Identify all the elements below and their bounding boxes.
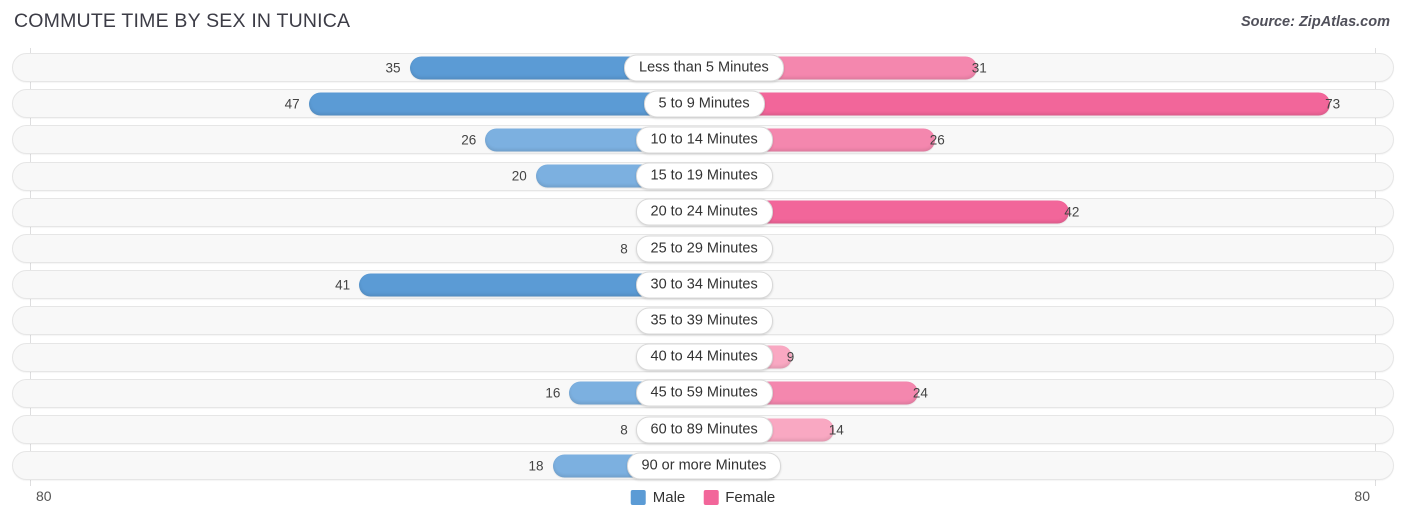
source-attribution: Source: ZipAtlas.com [1240,14,1390,30]
legend-swatch-icon [703,490,719,505]
row-category-label: Less than 5 Minutes [624,54,784,81]
legend-item[interactable]: Male [630,489,686,506]
value-male: 47 [284,96,300,112]
value-female: 24 [912,385,928,401]
row-category-label: 5 to 9 Minutes [643,90,765,118]
value-female: 26 [929,132,945,148]
value-male: 18 [528,458,544,474]
row-category-label: 25 to 29 Minutes [635,235,773,262]
row-category-label: 10 to 14 Minutes [635,126,773,154]
bar-female [702,92,1331,116]
value-female: 9 [786,349,795,365]
row-category-label: 35 to 39 Minutes [635,307,773,335]
value-female: 31 [971,60,987,75]
value-male: 20 [511,168,527,184]
chart-row: 47 73 5 to 9 Minutes [12,89,1394,119]
legend-label: Female [725,489,776,506]
chart-row: 8025 to 29 Minutes [12,234,1394,263]
chart-row: 20015 to 19 Minutes [12,161,1394,191]
chart-row: 16 24 45 to 59 Minutes [12,378,1394,408]
chart-row: 26 26 10 to 14 Minutes [12,125,1394,155]
legend-swatch-icon [630,490,646,505]
axis-max-left: 80 [36,488,52,504]
page-title: COMMUTE TIME BY SEX IN TUNICA [14,10,351,32]
value-female: 42 [1064,204,1080,220]
chart-legend: Male Female [630,489,775,506]
chart-row: 8 14 60 to 89 Minutes [12,415,1394,444]
value-male: 8 [620,422,628,437]
chart-row: 04220 to 24 Minutes [12,197,1394,227]
row-category-label: 40 to 44 Minutes [635,343,773,371]
value-male: 8 [620,241,628,256]
chart-plot-area: 35 31 Less than 5 Minutes 47 73 5 to 9 Minute… [0,48,1406,486]
value-female: 14 [828,422,844,437]
value-male: 16 [545,385,561,401]
value-female: 73 [1325,96,1341,112]
legend-label: Male [652,489,686,506]
row-category-label: 30 to 34 Minutes [635,271,773,299]
legend-item[interactable]: Female [703,489,775,506]
value-male: 41 [335,277,351,293]
value-male: 35 [385,60,401,75]
chart-row: 35 31 Less than 5 Minutes [12,53,1394,82]
chart-row: 41330 to 34 Minutes [12,270,1394,300]
row-category-label: 20 to 24 Minutes [635,198,773,226]
chart-header: COMMUTE TIME BY SEX IN TUNICA Source: Zi… [0,0,1406,44]
row-category-label: 60 to 89 Minutes [635,416,773,443]
row-category-label: 90 or more Minutes [626,452,782,480]
axis-max-right: 80 [1354,488,1370,504]
chart-row: 5940 to 44 Minutes [12,342,1394,372]
chart-row: 18090 or more Minutes [12,451,1394,481]
value-male: 26 [461,132,477,148]
chart-row: 0535 to 39 Minutes [12,306,1394,336]
row-category-label: 15 to 19 Minutes [635,162,773,190]
chart-footer: 80 80 Male Female [0,484,1406,522]
row-category-label: 45 to 59 Minutes [635,379,773,407]
